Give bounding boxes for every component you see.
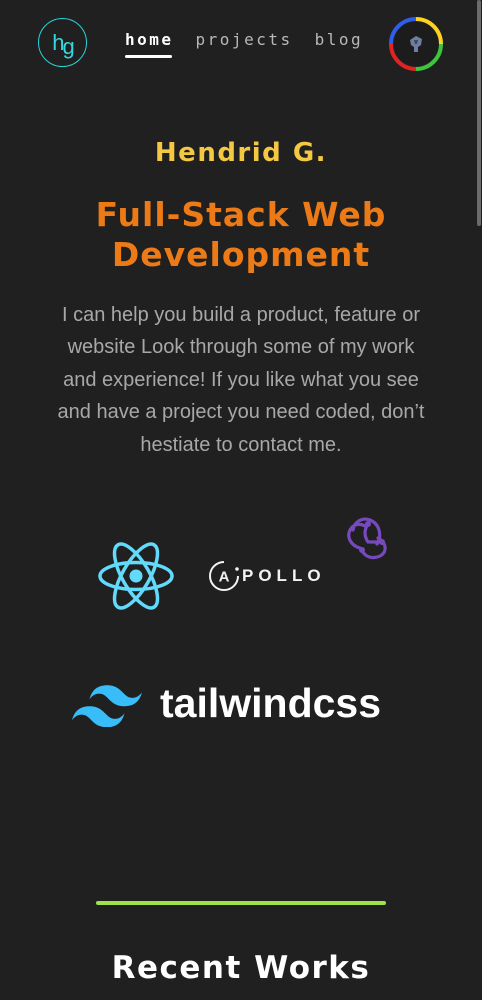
author-name: Hendrid G. xyxy=(154,138,328,168)
hero-headline: Full-Stack Web Development xyxy=(95,195,387,274)
apollo-letter: A xyxy=(219,569,230,586)
character-icon xyxy=(410,36,422,52)
apollo-label: POLLO xyxy=(242,566,326,585)
nav-item-home[interactable]: home xyxy=(125,30,174,58)
nav-item-projects[interactable]: projects xyxy=(196,30,293,49)
logo-letter-g: g xyxy=(62,33,75,59)
site-logo[interactable]: hg xyxy=(38,18,87,67)
logo-letter-h: h xyxy=(52,29,64,55)
apollo-icon: A xyxy=(209,561,239,591)
hero-intro: I can help you build a product, feature … xyxy=(57,304,425,456)
tailwind-label: tailwindcss xyxy=(160,680,382,726)
tailwind-logo: tailwindcss xyxy=(72,680,382,729)
redux-icon xyxy=(347,517,387,560)
apollo-logo: A POLLO xyxy=(208,560,326,592)
recent-works-title: Recent Works xyxy=(111,950,371,986)
theme-toggle-avatar[interactable] xyxy=(388,16,444,72)
react-icon xyxy=(98,542,174,610)
nav-item-blog[interactable]: blog xyxy=(315,30,364,49)
scrollbar-thumb[interactable] xyxy=(477,0,481,226)
tailwind-icon xyxy=(72,684,142,727)
section-divider xyxy=(96,901,386,905)
main-nav: home projects blog xyxy=(125,30,364,58)
